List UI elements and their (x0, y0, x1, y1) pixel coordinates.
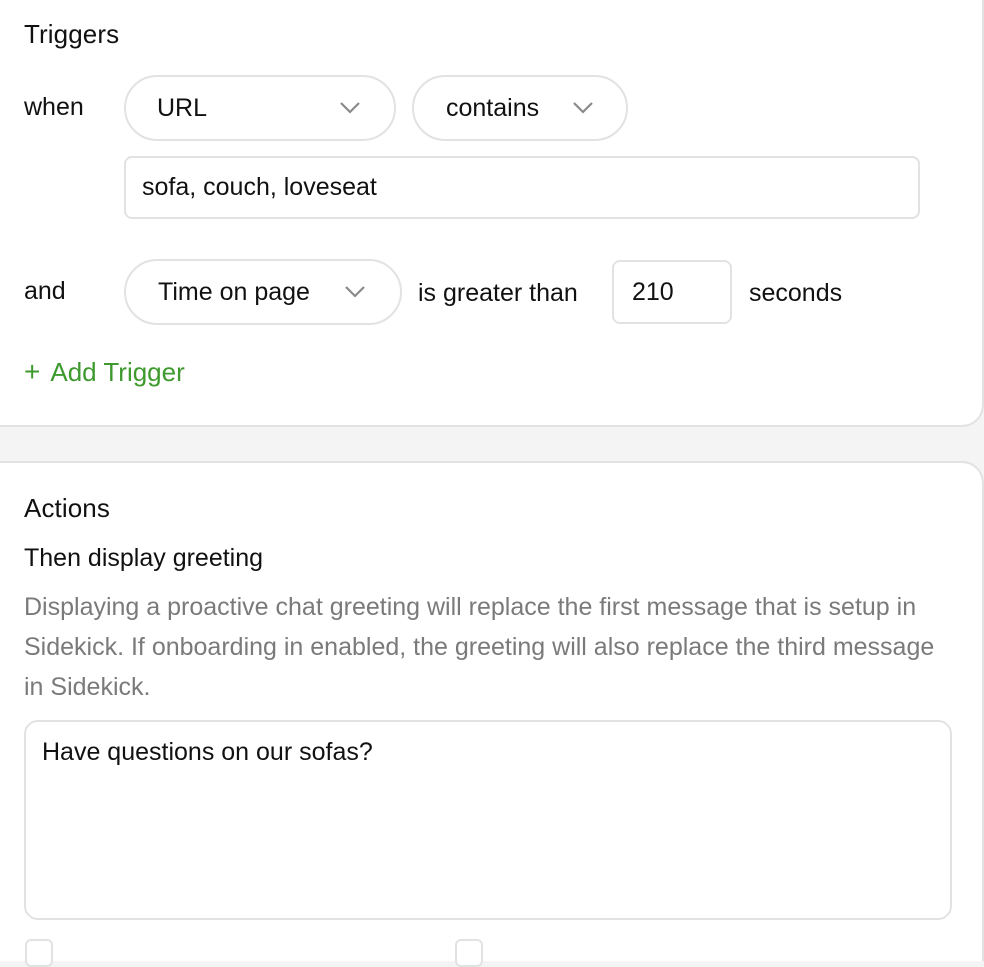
chevron-down-icon (345, 286, 365, 298)
add-trigger-button[interactable]: + Add Trigger (24, 356, 185, 388)
checkbox[interactable] (455, 939, 483, 967)
trigger-field-select-2[interactable]: Time on page (124, 259, 402, 325)
trigger-operator-value: contains (446, 93, 540, 122)
when-label: when (24, 93, 84, 121)
trigger-field-value-2: Time on page (158, 277, 310, 306)
chevron-down-icon (340, 102, 360, 114)
greeting-textarea[interactable]: Have questions on our sofas? (24, 720, 952, 920)
operator-label: is greater than (418, 279, 578, 307)
seconds-label: seconds (749, 279, 843, 307)
triggers-title: Triggers (24, 19, 120, 49)
greeting-description: Displaying a proactive chat greeting wil… (24, 593, 935, 701)
and-label: and (24, 277, 66, 305)
actions-title: Actions (24, 493, 110, 523)
add-trigger-label: Add Trigger (50, 356, 185, 387)
trigger-field-value: URL (157, 93, 208, 122)
trigger-operator-select[interactable]: contains (412, 75, 628, 141)
trigger-field-select[interactable]: URL (124, 75, 396, 141)
greeting-subheading: Then display greeting (24, 544, 264, 572)
seconds-input[interactable]: 210 (612, 260, 732, 324)
chevron-down-icon (573, 102, 593, 114)
plus-icon: + (24, 356, 41, 387)
checkbox[interactable] (25, 939, 53, 967)
url-keywords-input[interactable]: sofa, couch, loveseat (124, 156, 920, 219)
